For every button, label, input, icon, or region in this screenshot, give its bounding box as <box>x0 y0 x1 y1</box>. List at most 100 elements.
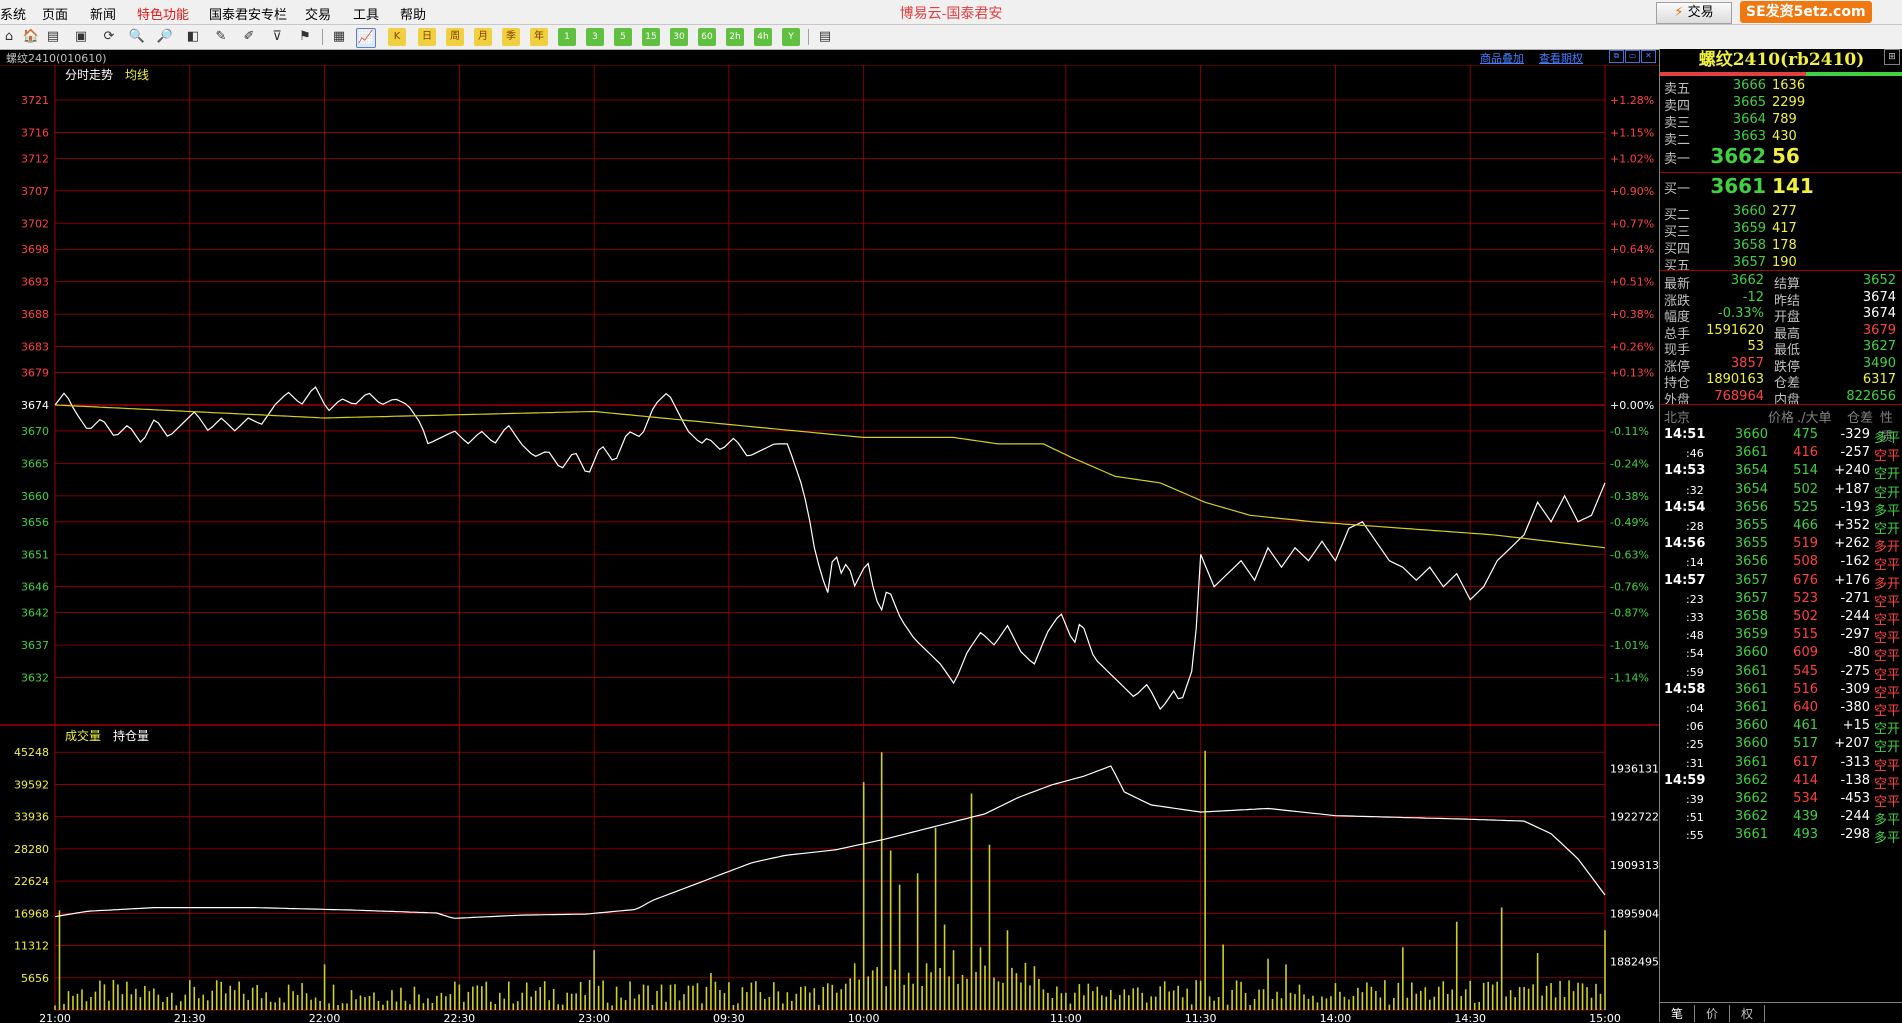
restore-window-icon[interactable]: ⧉ <box>1609 50 1624 63</box>
trade-button[interactable]: ⚡ 交易 <box>1656 2 1732 24</box>
window-icon[interactable]: ◧ <box>184 28 202 46</box>
tick-row: :25 3660 517 +207 空开 <box>1660 735 1902 755</box>
stat-row: 总手 1591620 最高 3679 <box>1660 322 1902 342</box>
period-2h-button[interactable]: 2h <box>726 28 744 46</box>
tick-time: :33 <box>1686 611 1704 624</box>
price-tick-label: 3679 <box>21 367 49 380</box>
pct-tick-label: +0.51% <box>1610 276 1654 289</box>
bid-label: 买一 <box>1664 182 1691 197</box>
pct-tick-label: -0.11% <box>1610 425 1649 438</box>
tick-price: 3662 <box>1734 772 1768 788</box>
zoom-out-icon[interactable]: 🔎 <box>156 28 174 46</box>
oi-tick-label: 1895904 <box>1610 907 1659 920</box>
bid-volume: 141 <box>1772 174 1814 198</box>
zoom-in-icon[interactable]: 🔍 <box>128 28 146 46</box>
bid-row[interactable]: 买四 3658 178 <box>1660 237 1902 257</box>
bid-row[interactable]: 买一 3661 141 <box>1660 174 1902 203</box>
view-options-link[interactable]: 查看期权 <box>1539 50 1583 66</box>
stat-row: 涨停 3857 跌停 3490 <box>1660 355 1902 375</box>
period-4h-button[interactable]: 4h <box>754 28 772 46</box>
period-quarter-button[interactable]: 季 <box>502 28 520 46</box>
intraday-chart[interactable]: 3721 +1.28% 3716 +1.15% 3712 +1.02% 3707 +0.90%… <box>0 65 1659 1022</box>
pen-icon[interactable]: ✎ <box>212 28 230 46</box>
tick-oi-change: -271 <box>1840 590 1870 606</box>
period-60m-button[interactable]: 60 <box>698 28 716 46</box>
time-axis-label: 22:30 <box>443 1012 475 1022</box>
period-day-button[interactable]: 日 <box>418 28 436 46</box>
ask-row[interactable]: 卖四 3665 2299 <box>1660 94 1902 114</box>
period-1m-button[interactable]: 1 <box>558 28 576 46</box>
toolbar-separator <box>808 29 809 45</box>
period-30m-button[interactable]: 30 <box>670 28 688 46</box>
trade-button-label: 交易 <box>1687 5 1714 20</box>
tick-time: :25 <box>1686 738 1704 752</box>
ask-row[interactable]: 卖三 3664 789 <box>1660 111 1902 131</box>
tick-volume: 525 <box>1793 499 1818 515</box>
ask-row[interactable]: 卖五 3666 1636 <box>1660 77 1902 97</box>
tick-row: :23 3657 523 -271 空平 <box>1660 590 1902 610</box>
tick-nature: 空平 <box>1874 594 1901 610</box>
volume-tick-label: 33936 <box>14 811 49 824</box>
tab-rights[interactable]: 权 <box>1730 1005 1765 1022</box>
tick-time: :51 <box>1686 811 1704 825</box>
tick-nature: 空平 <box>1874 649 1901 665</box>
home-icon[interactable]: ⌂ <box>0 28 18 46</box>
bid-row[interactable]: 买二 3660 277 <box>1660 203 1902 223</box>
ask-volume: 56 <box>1772 144 1800 168</box>
price-tick-label: 3660 <box>21 490 49 503</box>
close-window-icon[interactable]: ✕ <box>1641 50 1656 63</box>
panel-scroll-icon[interactable]: ⊞ <box>1884 49 1900 65</box>
tick-oi-change: -453 <box>1840 791 1870 806</box>
ask-row[interactable]: 卖一 3662 56 <box>1660 144 1902 173</box>
draw-tool-icon[interactable]: ✐ <box>240 28 258 46</box>
house-icon[interactable]: 🏠 <box>22 28 40 46</box>
quote-title: 螺纹2410(rb2410) <box>1698 50 1865 70</box>
stats-divider <box>1660 404 1902 405</box>
news-icon[interactable]: ▣ <box>72 28 90 46</box>
period-month-button[interactable]: 月 <box>474 28 492 46</box>
refresh-icon[interactable]: ⟳ <box>100 28 118 46</box>
period-5m-button[interactable]: 5 <box>614 28 632 46</box>
period-year-button[interactable]: 年 <box>530 28 548 46</box>
overlay-product-link[interactable]: 商品叠加 <box>1480 50 1524 66</box>
chart-symbol-label: 螺纹2410(010610) <box>6 52 107 65</box>
tab-price[interactable]: 价 <box>1695 1005 1730 1022</box>
price-tick-label: 3674 <box>21 399 49 412</box>
tick-row: :33 3658 502 -244 空平 <box>1660 608 1902 628</box>
table-icon[interactable]: ▦ <box>330 28 348 46</box>
orderbook-divider <box>1660 270 1902 271</box>
tick-oi-change: -138 <box>1840 772 1870 788</box>
folder-icon[interactable]: ▤ <box>44 28 62 46</box>
stat-value: 3679 <box>1862 322 1896 338</box>
period-week-button[interactable]: 周 <box>446 28 464 46</box>
filter-icon[interactable]: ⊽ <box>268 28 286 46</box>
tab-ticks[interactable]: 笔 <box>1660 1005 1695 1022</box>
tick-time: :54 <box>1686 647 1704 661</box>
ask-volume: 2299 <box>1772 95 1806 110</box>
kline-icon[interactable]: K <box>388 28 406 46</box>
volume-tick-label: 22624 <box>14 875 49 888</box>
period-custom-button[interactable]: Y <box>782 28 800 46</box>
period-3m-button[interactable]: 3 <box>586 28 604 46</box>
bid-row[interactable]: 买三 3659 417 <box>1660 220 1902 240</box>
signal-icon[interactable]: ⚑ <box>296 28 314 46</box>
maximize-window-icon[interactable]: ▭ <box>1625 50 1640 63</box>
tick-nature: 空开 <box>1874 722 1901 738</box>
tick-nature: 空平 <box>1874 667 1901 683</box>
price-panel-tab: 分时走势 <box>65 68 113 82</box>
bid-volume: 178 <box>1772 238 1797 253</box>
tick-row: 14:59 3662 414 -138 空平 <box>1660 772 1902 792</box>
tick-oi-change: -162 <box>1840 554 1870 570</box>
tick-nature: 空平 <box>1874 558 1901 574</box>
tick-price: 3661 <box>1734 827 1768 843</box>
price-tick-label: 3683 <box>21 341 49 354</box>
stat-value: 1890163 <box>1706 372 1764 387</box>
period-15m-button[interactable]: 15 <box>642 28 660 46</box>
volume-tick-label: 28280 <box>14 843 49 856</box>
intraday-chart-icon[interactable]: 📈 <box>356 28 376 48</box>
stat-value: 822656 <box>1846 388 1896 404</box>
ask-label: 卖二 <box>1664 133 1691 148</box>
tick-oi-change: +187 <box>1834 481 1870 497</box>
calculator-icon[interactable]: ▤ <box>816 28 834 46</box>
tick-price: 3661 <box>1734 681 1768 697</box>
